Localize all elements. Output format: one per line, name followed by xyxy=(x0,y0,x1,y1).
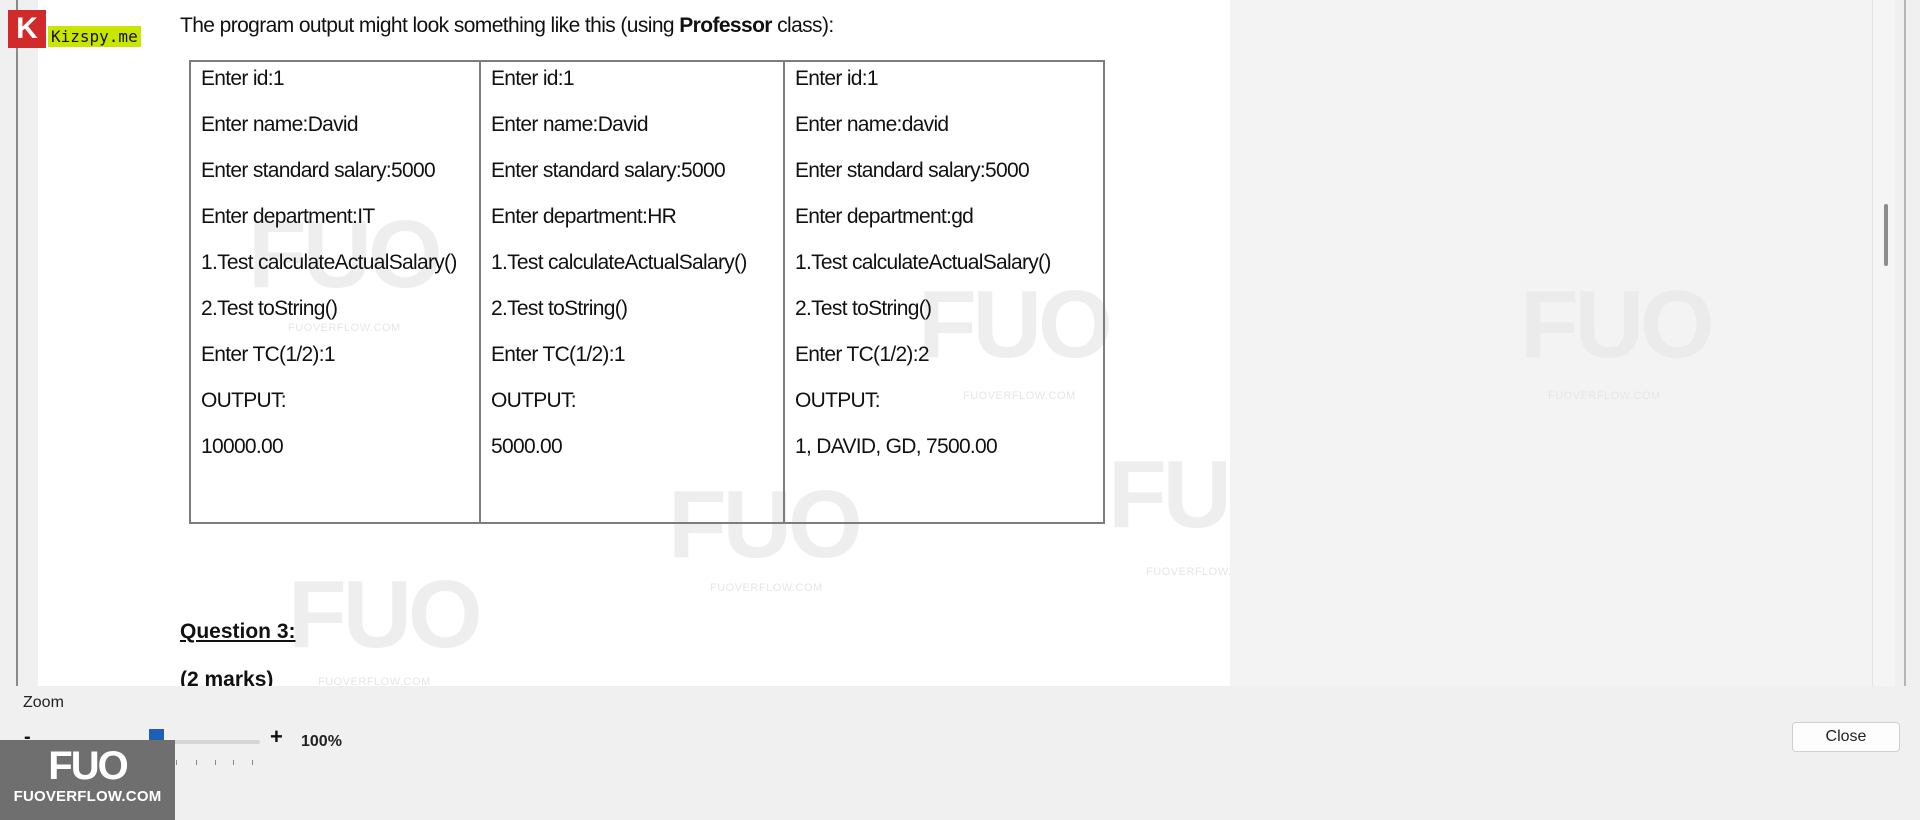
cell-line: Enter id:1 xyxy=(795,67,879,90)
fuoverflow-logo-mark: FUO xyxy=(48,744,128,788)
cell-line: 2.Test toString() xyxy=(491,297,628,320)
cell-line: 1.Test calculateActualSalary() xyxy=(795,251,1051,274)
cell-line: Enter department:IT xyxy=(201,205,375,228)
zoom-slider-tick xyxy=(176,760,177,765)
question-heading: Question 3: xyxy=(180,620,296,643)
intro-text: The program output might look something … xyxy=(180,14,834,38)
zoom-percentage: 100% xyxy=(301,733,342,750)
cell-line: 2.Test toString() xyxy=(201,297,338,320)
watermark-caption: FUOVERFLOW.COM xyxy=(1548,390,1661,402)
zoom-slider-tick xyxy=(215,760,216,765)
output-table: Enter id:1 Enter name:David Enter standa… xyxy=(189,60,1105,524)
cell-line: Enter TC(1/2):2 xyxy=(795,343,930,366)
table-row: Enter id:1 Enter name:David Enter standa… xyxy=(189,60,1105,524)
watermark-caption: FUOVERFLOW.COM xyxy=(318,676,431,686)
viewer-left-border xyxy=(16,0,18,686)
fuoverflow-logo: FUO FUOVERFLOW.COM xyxy=(0,740,175,820)
table-cell-case-1: Enter id:1 Enter name:David Enter standa… xyxy=(189,60,481,524)
cell-line: Enter id:1 xyxy=(491,67,575,90)
intro-text-start: The program output might look something … xyxy=(180,14,680,37)
cell-line: Enter id:1 xyxy=(201,67,285,90)
cell-line: Enter department:gd xyxy=(795,205,974,228)
cell-line: Enter department:HR xyxy=(491,205,677,228)
cell-line: 1.Test calculateActualSalary() xyxy=(491,251,747,274)
cell-line: 10000.00 xyxy=(201,435,284,458)
viewer-right-border xyxy=(1904,0,1906,686)
cell-line: OUTPUT: xyxy=(201,389,287,412)
kizspy-logo-text: Kizspy.me xyxy=(48,25,141,47)
cell-line: Enter name:david xyxy=(795,113,949,136)
vertical-scrollbar[interactable] xyxy=(1872,0,1895,686)
zoom-label: Zoom xyxy=(23,694,64,711)
close-button[interactable]: Close xyxy=(1792,722,1900,752)
zoom-slider-tick xyxy=(233,760,234,765)
intro-text-end: class): xyxy=(771,14,834,37)
fuoverflow-logo-text: FUOVERFLOW.COM xyxy=(13,788,162,805)
document-page: FUO FUOVERFLOW.COM FUO FUOVERFLOW.COM FU… xyxy=(38,0,1230,686)
cell-line: Enter name:David xyxy=(491,113,649,136)
watermark-caption: FUOVERFLOW.COM xyxy=(710,582,823,594)
cell-line: OUTPUT: xyxy=(491,389,577,412)
watermark-mark: FUO xyxy=(288,561,483,668)
vertical-scrollbar-thumb[interactable] xyxy=(1884,204,1888,266)
kizspy-logo: K Kizspy.me xyxy=(8,10,141,48)
cell-line: Enter standard salary:5000 xyxy=(201,159,436,182)
viewer-background: FUO FUOVERFLOW.COM xyxy=(1230,0,1872,686)
watermark-mark: FUO xyxy=(1108,441,1230,548)
zoom-slider-tick xyxy=(196,760,197,765)
watermark-caption: FUOVERFLOW.COM xyxy=(1146,566,1230,578)
cell-line: Enter standard salary:5000 xyxy=(491,159,726,182)
cell-line: 5000.00 xyxy=(491,435,563,458)
zoom-in-button[interactable]: + xyxy=(270,724,283,750)
cell-line: 2.Test toString() xyxy=(795,297,932,320)
watermark-mark: FUO xyxy=(1520,271,1715,378)
cell-line: 1.Test calculateActualSalary() xyxy=(201,251,457,274)
cell-line: Enter TC(1/2):1 xyxy=(491,343,626,366)
cell-line: OUTPUT: xyxy=(795,389,881,412)
kizspy-logo-mark: K xyxy=(8,10,46,48)
document-viewer: FUO FUOVERFLOW.COM FUO FUOVERFLOW.COM FU… xyxy=(0,0,1920,686)
intro-text-class: Professor xyxy=(679,14,772,37)
cell-line: Enter TC(1/2):1 xyxy=(201,343,336,366)
cell-line: 1, DAVID, GD, 7500.00 xyxy=(795,435,998,458)
table-cell-case-3: Enter id:1 Enter name:david Enter standa… xyxy=(783,60,1105,524)
cell-line: Enter name:David xyxy=(201,113,359,136)
table-cell-case-2: Enter id:1 Enter name:David Enter standa… xyxy=(479,60,785,524)
question-marks: (2 marks) xyxy=(180,668,274,686)
zoom-slider-tick xyxy=(252,760,253,765)
cell-line: Enter standard salary:5000 xyxy=(795,159,1030,182)
